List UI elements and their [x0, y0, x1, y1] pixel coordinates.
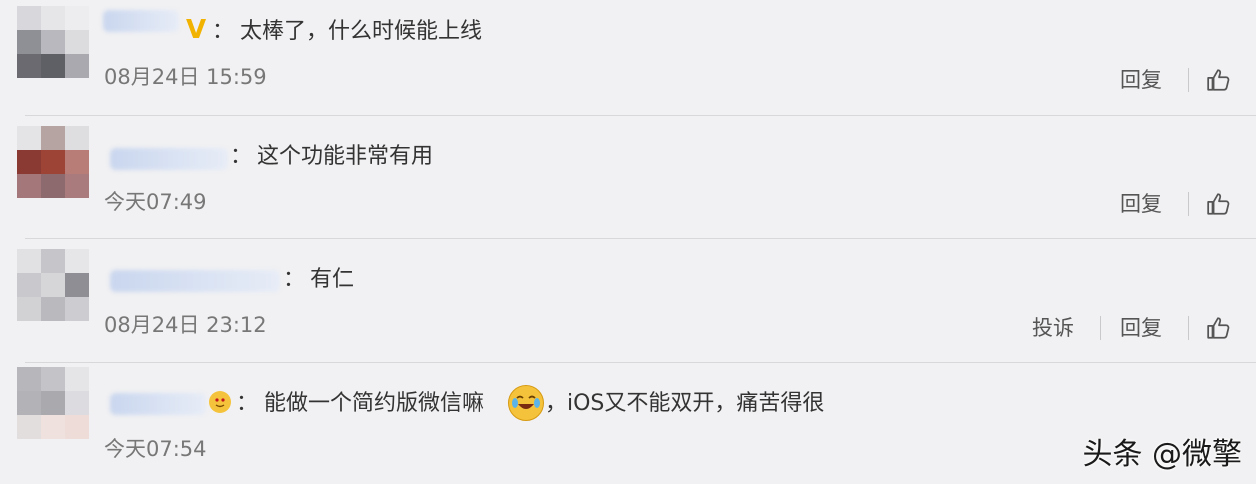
thumbs-up-icon[interactable] [1206, 67, 1232, 93]
avatar[interactable] [17, 249, 89, 321]
verified-badge: V [186, 15, 207, 45]
avatar[interactable] [17, 6, 89, 78]
comment-item-3: ： 有仁 08月24日 23:12 投诉 回复 [0, 239, 1256, 362]
reply-button[interactable]: 回复 [1120, 68, 1162, 92]
avatar[interactable] [17, 126, 89, 198]
username-blurred[interactable] [103, 10, 179, 32]
comment-time: 今天07:49 [104, 190, 207, 214]
username-blurred[interactable] [110, 393, 206, 415]
comment-text: 有仁 [310, 267, 355, 292]
comment-text: 太棒了，什么时候能上线 [240, 19, 483, 44]
colon: ： [236, 391, 259, 416]
comment-text: 这个功能非常有用 [257, 144, 434, 169]
colon: ： [283, 267, 306, 292]
comment-item-1: V ： 太棒了，什么时候能上线 08月24日 15:59 回复 [0, 0, 1256, 115]
username-blurred[interactable] [110, 270, 280, 292]
comment-time: 08月24日 15:59 [104, 65, 267, 89]
thumbs-up-icon[interactable] [1206, 315, 1232, 341]
comment-text: 能做一个简约版微信嘛 [264, 391, 485, 416]
username-blurred[interactable] [110, 148, 228, 170]
thumbs-up-icon[interactable] [1206, 191, 1232, 217]
colon: ： [230, 144, 253, 169]
comment-time: 今天07:54 [104, 437, 207, 461]
action-separator [1188, 316, 1189, 340]
comment-text-continued: ，iOS又不能双开，痛苦得很 [545, 391, 825, 416]
action-separator [1188, 192, 1189, 216]
comment-item-2: ： 这个功能非常有用 今天07:49 回复 [0, 116, 1256, 238]
report-button[interactable]: 投诉 [1032, 316, 1074, 340]
avatar[interactable] [17, 367, 89, 439]
emoji-badge-icon [209, 391, 231, 413]
reply-button[interactable]: 回复 [1120, 192, 1162, 216]
reply-button[interactable]: 回复 [1120, 316, 1162, 340]
laughing-crying-emoji-icon [508, 385, 544, 421]
comment-item-4: ： 能做一个简约版微信嘛 ，iOS又不能双开，痛苦得很 今天07:54 [0, 363, 1256, 484]
colon: ： [212, 19, 235, 44]
action-separator [1188, 68, 1189, 92]
action-separator [1100, 316, 1101, 340]
comment-time: 08月24日 23:12 [104, 313, 267, 337]
watermark: 头条 @微擎 [1082, 437, 1242, 472]
